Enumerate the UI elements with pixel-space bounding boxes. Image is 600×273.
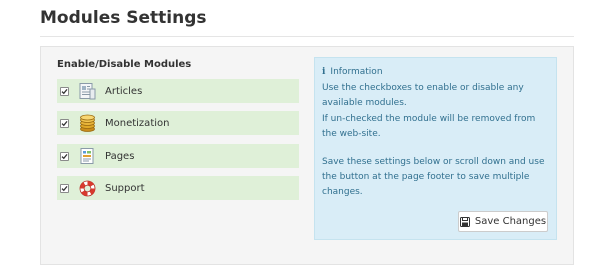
info-paragraph-1: Use the checkboxes to enable or disable …: [322, 83, 524, 108]
page-title: Modules Settings: [40, 8, 207, 28]
info-paragraph-3: Save these settings below or scroll down…: [322, 157, 545, 197]
pages-checkbox[interactable]: [60, 151, 69, 161]
info-icon: i: [322, 67, 326, 77]
articles-icon: [79, 82, 96, 99]
articles-checkbox[interactable]: [60, 86, 69, 96]
title-divider: [40, 36, 574, 37]
floppy-disk-icon: [459, 216, 470, 227]
monetization-checkbox[interactable]: [60, 118, 69, 128]
coins-icon: [80, 114, 95, 132]
module-label: Pages: [105, 150, 135, 162]
module-label: Articles: [105, 85, 143, 97]
info-heading: i Information: [322, 67, 383, 77]
module-label: Monetization: [105, 117, 170, 129]
module-row-monetization[interactable]: Monetization: [57, 111, 299, 135]
module-row-articles[interactable]: Articles: [57, 79, 299, 103]
pages-icon: [80, 147, 94, 164]
info-paragraph-2: If un-checked the module will be removed…: [322, 114, 536, 139]
lifebuoy-icon: [79, 180, 96, 196]
save-changes-button[interactable]: Save Changes: [458, 211, 548, 232]
module-row-pages[interactable]: Pages: [57, 144, 299, 168]
support-checkbox[interactable]: [60, 183, 69, 193]
module-row-support[interactable]: Support: [57, 176, 299, 200]
module-label: Support: [105, 182, 145, 194]
save-button-label: Save Changes: [474, 216, 547, 227]
info-heading-text: Information: [330, 67, 383, 77]
section-title: Enable/Disable Modules: [57, 59, 192, 70]
